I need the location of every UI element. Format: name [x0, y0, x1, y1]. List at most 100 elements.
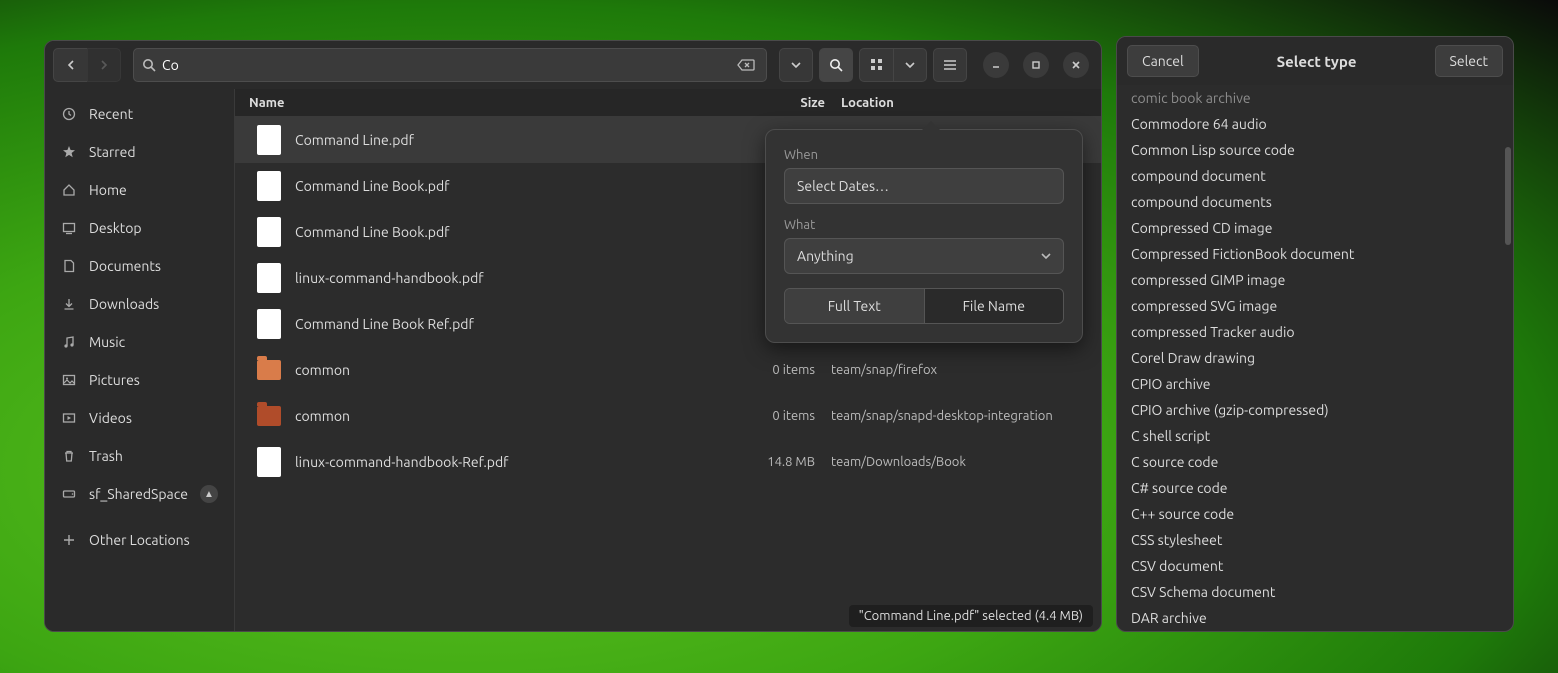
file-name: linux-command-handbook.pdf	[295, 270, 755, 286]
search-field[interactable]	[133, 48, 767, 82]
sidebar-item-pictures[interactable]: Pictures	[45, 361, 234, 399]
type-list-item[interactable]: C shell script	[1117, 423, 1513, 449]
places-sidebar: Recent Starred Home Desktop Documents Downloa…	[45, 89, 235, 631]
type-list-item[interactable]: Compressed CD image	[1117, 215, 1513, 241]
file-location: team/Downloads/Book	[823, 455, 1101, 469]
downloads-icon	[61, 297, 77, 311]
type-list-item[interactable]: Compressed FictionBook document	[1117, 241, 1513, 267]
type-list-item[interactable]: CSV document	[1117, 553, 1513, 579]
folder-icon	[257, 360, 281, 380]
view-options-dropdown-button[interactable]	[893, 48, 927, 82]
file-name: common	[295, 362, 755, 378]
sidebar-item-label: sf_SharedSpace	[89, 486, 188, 502]
file-size: 0 items	[755, 363, 823, 377]
file-location: team/snap/firefox	[823, 363, 1101, 377]
select-dates-button[interactable]: Select Dates…	[784, 168, 1064, 204]
type-list-item[interactable]: compressed GIMP image	[1117, 267, 1513, 293]
select-type-dialog: Cancel Select type Select comic book arc…	[1116, 36, 1514, 632]
sidebar-item-music[interactable]: Music	[45, 323, 234, 361]
sidebar-item-label: Documents	[89, 258, 161, 274]
search-toggle-button[interactable]	[819, 48, 853, 82]
file-row[interactable]: linux-command-handbook-Ref.pdf14.8 MBtea…	[235, 439, 1101, 485]
search-filter-dropdown-button[interactable]	[779, 48, 813, 82]
type-list-item[interactable]: CSV Schema document	[1117, 579, 1513, 605]
music-icon	[61, 335, 77, 349]
type-list-item[interactable]: compound document	[1117, 163, 1513, 189]
sidebar-item-desktop[interactable]: Desktop	[45, 209, 234, 247]
type-list-item[interactable]: comic book archive	[1117, 85, 1513, 111]
search-input[interactable]	[162, 57, 728, 73]
type-list-item[interactable]: DAR archive	[1117, 605, 1513, 631]
sidebar-item-label: Videos	[89, 410, 132, 426]
back-button[interactable]	[53, 48, 87, 82]
sidebar-item-trash[interactable]: Trash	[45, 437, 234, 475]
search-mode-segmented: Full Text File Name	[784, 288, 1064, 324]
icon-view-button[interactable]	[859, 48, 893, 82]
select-button[interactable]: Select	[1435, 45, 1503, 77]
chevron-down-icon	[1041, 251, 1051, 261]
when-label: When	[784, 148, 1064, 162]
type-list-item[interactable]: C source code	[1117, 449, 1513, 475]
pdf-thumbnail-icon	[257, 263, 281, 293]
type-list-item[interactable]: CPIO archive	[1117, 371, 1513, 397]
type-list-item[interactable]: C++ source code	[1117, 501, 1513, 527]
scrollbar-thumb[interactable]	[1505, 147, 1511, 245]
sidebar-item-downloads[interactable]: Downloads	[45, 285, 234, 323]
window-minimize-button[interactable]	[983, 52, 1009, 78]
dialog-title: Select type	[1277, 53, 1357, 70]
sidebar-item-starred[interactable]: Starred	[45, 133, 234, 171]
pdf-thumbnail-icon	[257, 171, 281, 201]
type-list-item[interactable]: C# source code	[1117, 475, 1513, 501]
sidebar-item-recent[interactable]: Recent	[45, 95, 234, 133]
sidebar-item-label: Home	[89, 182, 127, 198]
file-name: linux-command-handbook-Ref.pdf	[295, 454, 755, 470]
status-bar: "Command Line.pdf" selected (4.4 MB)	[849, 605, 1093, 627]
pdf-thumbnail-icon	[257, 125, 281, 155]
type-list-item[interactable]: CSS stylesheet	[1117, 527, 1513, 553]
window-close-button[interactable]	[1063, 52, 1089, 78]
type-list-item[interactable]: Commodore 64 audio	[1117, 111, 1513, 137]
sidebar-item-sf_sharedspace[interactable]: sf_SharedSpace ▲	[45, 475, 234, 513]
what-label: What	[784, 218, 1064, 232]
sidebar-item-videos[interactable]: Videos	[45, 399, 234, 437]
folder-icon	[257, 406, 281, 426]
type-list[interactable]: comic book archiveCommodore 64 audioComm…	[1117, 85, 1513, 631]
column-header-name[interactable]: Name	[235, 96, 765, 110]
sidebar-item-documents[interactable]: Documents	[45, 247, 234, 285]
file-name: Command Line Book.pdf	[295, 224, 755, 240]
sidebar-item-label: Desktop	[89, 220, 142, 236]
eject-icon[interactable]: ▲	[200, 485, 218, 503]
hamburger-menu-button[interactable]	[933, 48, 967, 82]
videos-icon	[61, 411, 77, 425]
cancel-button[interactable]: Cancel	[1127, 45, 1199, 77]
type-list-item[interactable]: Corel Draw drawing	[1117, 345, 1513, 371]
type-list-item[interactable]: CPIO archive (gzip-compressed)	[1117, 397, 1513, 423]
file-size: 0 items	[755, 409, 823, 423]
sidebar-item-label: Trash	[89, 448, 123, 464]
file-manager-window: Recent Starred Home Desktop Documents Downloa…	[44, 40, 1102, 632]
star-icon	[61, 145, 77, 159]
file-list-area: Name Size Location Command Line.pdfownlo…	[235, 89, 1101, 631]
sidebar-item-label: Pictures	[89, 372, 140, 388]
sidebar-item-label: Recent	[89, 106, 133, 122]
full-text-toggle[interactable]: Full Text	[785, 289, 924, 323]
column-header-location[interactable]: Location	[833, 96, 1101, 110]
type-list-item[interactable]: compressed SVG image	[1117, 293, 1513, 319]
file-size: 14.8 MB	[755, 455, 823, 469]
file-name: Command Line Book.pdf	[295, 178, 755, 194]
window-maximize-button[interactable]	[1023, 52, 1049, 78]
clear-search-icon[interactable]	[734, 53, 758, 77]
column-header-size[interactable]: Size	[765, 96, 833, 110]
type-list-item[interactable]: compound documents	[1117, 189, 1513, 215]
forward-button[interactable]	[87, 48, 121, 82]
sidebar-other-locations[interactable]: Other Locations	[45, 521, 234, 559]
sidebar-item-home[interactable]: Home	[45, 171, 234, 209]
type-select-dropdown[interactable]: Anything	[784, 238, 1064, 274]
clock-icon	[61, 107, 77, 121]
type-list-item[interactable]: Common Lisp source code	[1117, 137, 1513, 163]
file-name-toggle[interactable]: File Name	[924, 289, 1064, 323]
column-headers[interactable]: Name Size Location	[235, 89, 1101, 117]
file-row[interactable]: common0 itemsteam/snap/firefox	[235, 347, 1101, 393]
type-list-item[interactable]: compressed Tracker audio	[1117, 319, 1513, 345]
file-row[interactable]: common0 itemsteam/snap/snapd-desktop-int…	[235, 393, 1101, 439]
